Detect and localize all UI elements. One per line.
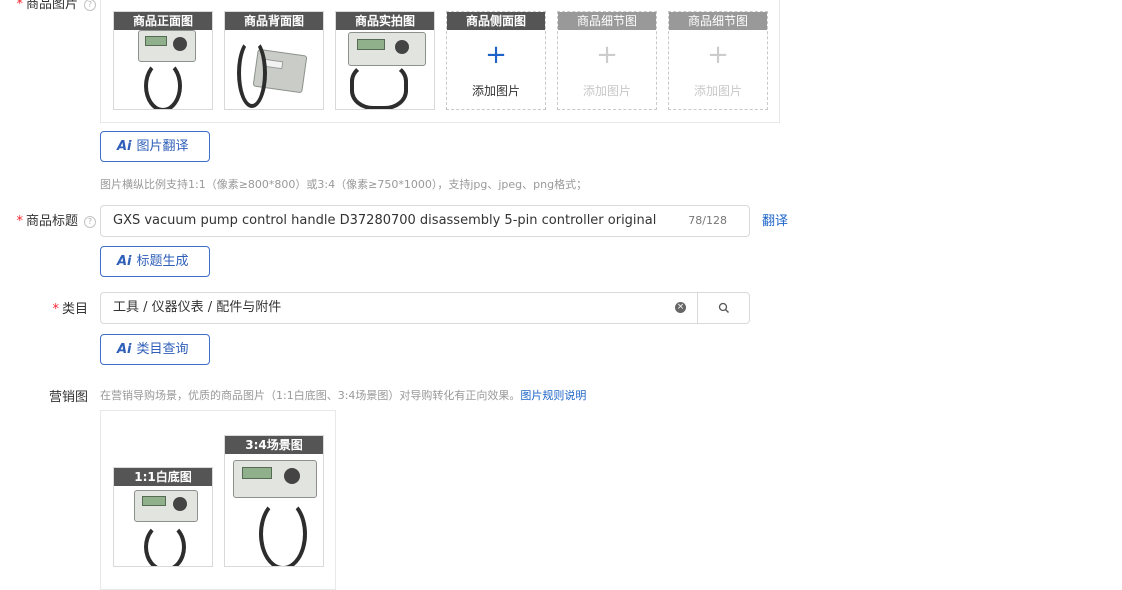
marketing-label: 营销图 bbox=[48, 390, 88, 405]
image-slot-front[interactable]: 商品正面图 bbox=[113, 11, 213, 110]
product-photo bbox=[134, 490, 198, 522]
image-format-hint: 图片横纵比例支持1:1（像素≥800*800）或3:4（像素≥750*1000）… bbox=[100, 178, 588, 191]
image-translate-button[interactable]: Ai 图片翻译 bbox=[100, 131, 210, 162]
plus-icon: + bbox=[707, 40, 729, 70]
category-search-button[interactable] bbox=[697, 292, 750, 324]
slot-label: 1:1白底图 bbox=[114, 468, 212, 486]
add-image-text: 添加图片 bbox=[471, 84, 520, 98]
image-slot-real[interactable]: 商品实拍图 bbox=[335, 11, 435, 110]
image-slot-detail-upload: 商品细节图 + 添加图片 bbox=[557, 11, 657, 110]
slot-label: 商品正面图 bbox=[114, 12, 212, 30]
add-image-text: 添加图片 bbox=[582, 84, 631, 98]
image-slot-side-upload[interactable]: 商品侧面图 + 添加图片 bbox=[446, 11, 546, 110]
help-icon[interactable]: ? bbox=[84, 0, 96, 11]
char-counter: 78/128 bbox=[688, 214, 727, 227]
category-value: 工具 / 仪器仪表 / 配件与附件 bbox=[113, 300, 282, 315]
title-value: GXS vacuum pump control handle D37280700… bbox=[113, 213, 657, 228]
title-input[interactable]: GXS vacuum pump control handle D37280700… bbox=[100, 205, 750, 237]
required-mark: * bbox=[16, 0, 23, 12]
plus-icon: + bbox=[596, 40, 618, 70]
title-label: * 商品标题? bbox=[6, 210, 96, 229]
marketing-slot-portrait[interactable]: 3:4场景图 bbox=[224, 435, 324, 567]
ai-icon: Ai bbox=[117, 139, 132, 154]
slot-label: 商品细节图 bbox=[669, 12, 767, 30]
add-image-text: 添加图片 bbox=[693, 84, 742, 98]
slot-label: 3:4场景图 bbox=[225, 436, 323, 454]
product-photo bbox=[348, 32, 426, 66]
required-mark: * bbox=[16, 214, 23, 229]
category-select[interactable]: 工具 / 仪器仪表 / 配件与附件 × bbox=[100, 292, 750, 324]
ai-icon: Ai bbox=[117, 254, 132, 269]
image-slot-back[interactable]: 商品背面图 bbox=[224, 11, 324, 110]
slot-label: 商品背面图 bbox=[225, 12, 323, 30]
slot-label: 商品实拍图 bbox=[336, 12, 434, 30]
product-photo bbox=[233, 460, 317, 498]
image-slot-detail-upload-2: 商品细节图 + 添加图片 bbox=[668, 11, 768, 110]
category-query-button[interactable]: Ai 类目查询 bbox=[100, 334, 210, 365]
search-icon bbox=[718, 302, 729, 313]
slot-label: 商品侧面图 bbox=[447, 12, 545, 30]
slot-label: 商品细节图 bbox=[558, 12, 656, 30]
product-photo bbox=[138, 30, 196, 62]
marketing-slot-square[interactable]: 1:1白底图 bbox=[113, 467, 213, 567]
help-icon[interactable]: ? bbox=[84, 216, 96, 228]
product-images-label: * 商品图片? bbox=[6, 0, 96, 12]
translate-link[interactable]: 翻译 bbox=[762, 210, 788, 229]
ai-icon: Ai bbox=[117, 342, 132, 357]
marketing-hint: 在营销导购场景，优质的商品图片（1:1白底图、3:4场景图）对导购转化有正向效果… bbox=[100, 389, 587, 402]
plus-icon: + bbox=[485, 40, 507, 70]
category-label: * 类目 bbox=[52, 302, 88, 317]
image-rules-link[interactable]: 图片规则说明 bbox=[520, 389, 586, 402]
clear-icon[interactable]: × bbox=[675, 302, 686, 313]
required-mark: * bbox=[52, 302, 59, 317]
title-generate-button[interactable]: Ai 标题生成 bbox=[100, 246, 210, 277]
